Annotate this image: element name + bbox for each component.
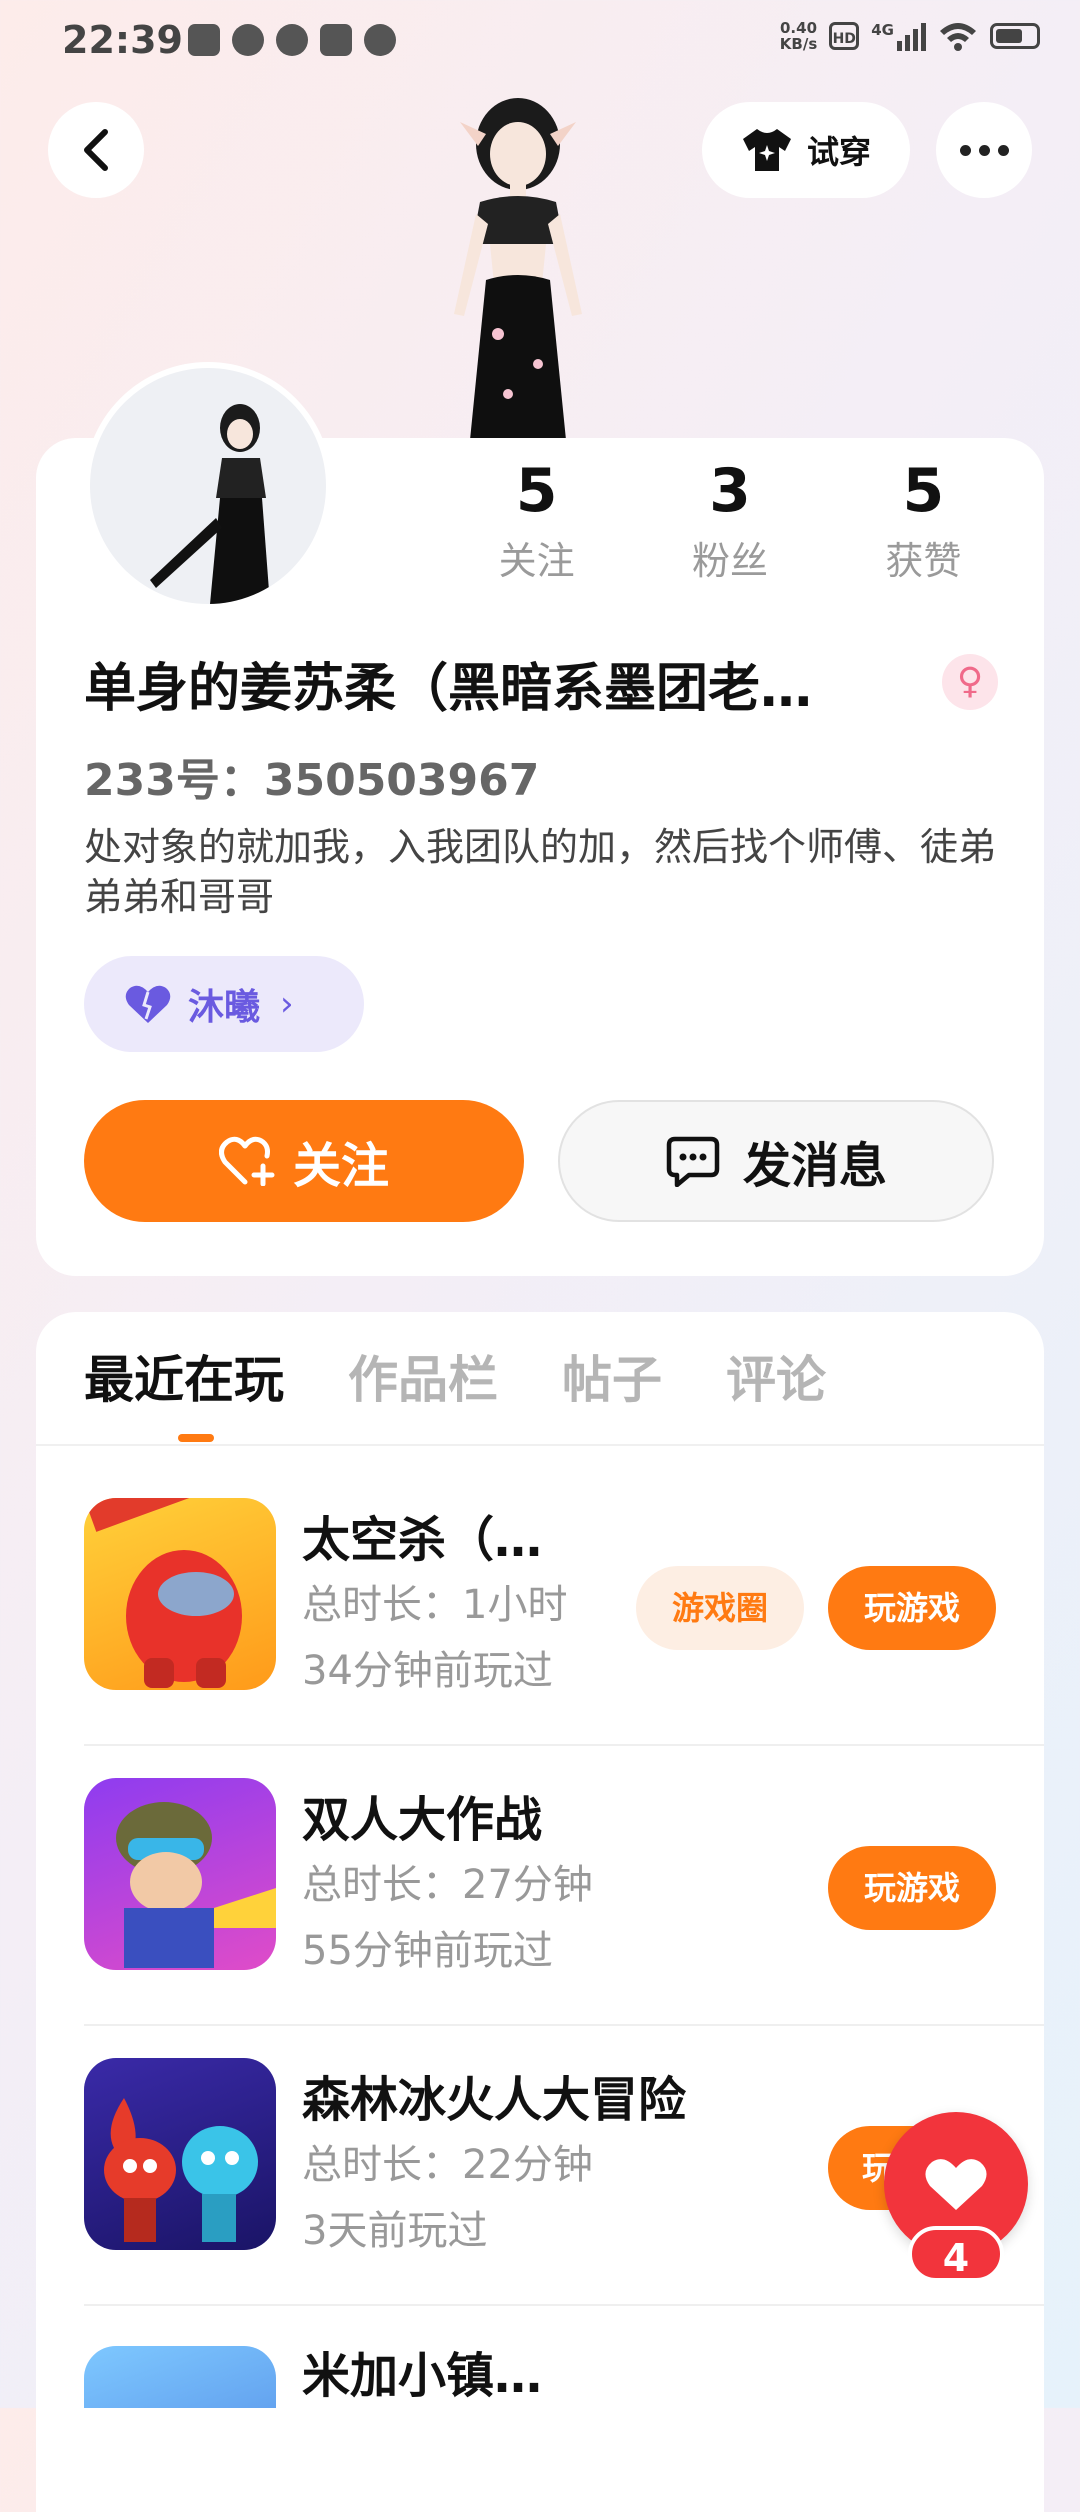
chat-bubble-icon	[666, 1136, 720, 1187]
tab-recently-played[interactable]: 最近在玩	[84, 1340, 284, 1412]
profile-name: 单身的姜苏柔（黑暗系墨团老…	[84, 659, 813, 719]
tabs-divider	[36, 1444, 1044, 1446]
mail-icon	[320, 24, 352, 56]
user-id: 233号：350503967	[84, 755, 540, 806]
battery-icon	[990, 23, 1040, 49]
game-row[interactable]: 米加小镇…	[84, 2306, 1044, 2408]
game-community-button[interactable]: 游戏圈	[636, 1566, 804, 1650]
network-type: 4G	[871, 21, 894, 39]
stat-following[interactable]: 5 关注	[440, 456, 633, 585]
game-icon	[84, 2346, 276, 2408]
follow-button[interactable]: 关注	[84, 1100, 524, 1222]
game-duration: 总时长：1小时	[302, 1582, 568, 1628]
active-tab-indicator	[178, 1434, 214, 1442]
chevron-left-icon	[84, 129, 108, 171]
space-crewmate-icon	[84, 1498, 242, 1688]
soldier-icon	[116, 1802, 276, 1968]
heart-icon	[925, 2159, 987, 2210]
avatar-image	[150, 404, 270, 604]
wechat-icon	[276, 24, 308, 56]
check-icon	[232, 24, 264, 56]
like-count-badge: 4	[908, 2226, 1004, 2282]
stat-label: 粉丝	[691, 539, 768, 583]
female-gender-icon: ♀	[942, 654, 998, 710]
profile-bio: 处对象的就加我，入我团队的加，然后找个师傅、徒弟 弟弟和哥哥	[84, 825, 997, 919]
shirt-icon	[742, 129, 791, 171]
status-time: 22:39	[62, 18, 183, 62]
send-message-button[interactable]: 发消息	[558, 1100, 994, 1222]
net-speed-value: 0.40	[780, 19, 818, 37]
try-on-label: 试穿	[806, 133, 871, 171]
stat-label: 关注	[498, 539, 575, 583]
stat-number: 3	[709, 456, 751, 526]
tab-comments[interactable]: 评论	[726, 1340, 826, 1412]
stat-followers[interactable]: 3 粉丝	[633, 456, 826, 585]
wifi-icon	[940, 23, 976, 51]
stat-likes[interactable]: 5 获赞	[827, 456, 1020, 585]
try-on-button[interactable]: 试穿	[702, 102, 910, 198]
stat-label: 获赞	[885, 539, 962, 583]
game-row[interactable]: 双人大作战 总时长：27分钟 55分钟前玩过 玩游戏	[84, 1746, 1044, 2026]
game-row[interactable]: 太空杀（… 总时长：1小时 34分钟前玩过 游戏圈 玩游戏	[84, 1466, 1044, 1746]
game-name: 太空杀（…	[302, 1512, 543, 1568]
relationship-tag-button[interactable]: 沐曦 ›	[84, 956, 364, 1052]
net-speed: 0.40 KB/s	[780, 20, 817, 52]
card-icon	[188, 24, 220, 56]
profile-stats: 5 关注 3 粉丝 5 获赞	[440, 456, 1020, 585]
fire-water-icon	[104, 2098, 258, 2242]
game-last-played: 3天前玩过	[302, 2208, 488, 2254]
more-options-button[interactable]	[936, 102, 1032, 198]
stat-number: 5	[515, 456, 558, 526]
more-dot-icon	[959, 144, 971, 156]
follow-label: 关注	[292, 1138, 389, 1194]
game-duration: 总时长：22分钟	[302, 2142, 593, 2188]
game-name: 双人大作战	[302, 1792, 543, 1848]
heart-icon	[125, 985, 171, 1023]
heart-plus-icon	[218, 1136, 275, 1186]
play-game-button[interactable]: 玩游戏	[828, 1566, 996, 1650]
profile-tabs: 最近在玩 作品栏 帖子 评论	[84, 1340, 826, 1412]
net-speed-unit: KB/s	[779, 35, 818, 53]
game-last-played: 34分钟前玩过	[302, 1648, 553, 1694]
avatar[interactable]	[84, 362, 332, 610]
stat-number: 5	[902, 456, 945, 526]
game-name: 米加小镇…	[302, 2348, 543, 2404]
game-icon	[84, 1498, 276, 1690]
play-game-button[interactable]: 玩游戏	[828, 1846, 996, 1930]
avatar-character-image	[454, 98, 582, 440]
more-dot-icon	[997, 144, 1009, 156]
more-dot-icon	[978, 144, 990, 156]
game-last-played: 55分钟前玩过	[302, 1928, 553, 1974]
game-icon	[84, 1778, 276, 1970]
back-button[interactable]	[48, 102, 144, 198]
tab-posts[interactable]: 帖子	[562, 1340, 662, 1412]
signal-icon: 4G	[871, 21, 926, 51]
system-icons: 0.40 KB/s HD 4G	[780, 20, 1040, 52]
tag-label: 沐曦	[188, 987, 261, 1028]
game-icon	[84, 2058, 276, 2250]
notification-icons	[188, 24, 396, 56]
game-name: 森林冰火人大冒险	[302, 2072, 687, 2128]
chevron-right-icon: ›	[280, 984, 294, 1024]
game-duration: 总时长：27分钟	[302, 1862, 593, 1908]
status-bar: 22:39 0.40 KB/s HD 4G	[0, 0, 1080, 84]
hd-icon: HD	[829, 22, 860, 50]
cloud-icon	[364, 24, 396, 56]
tab-works[interactable]: 作品栏	[348, 1340, 498, 1412]
send-message-label: 发消息	[742, 1138, 887, 1194]
